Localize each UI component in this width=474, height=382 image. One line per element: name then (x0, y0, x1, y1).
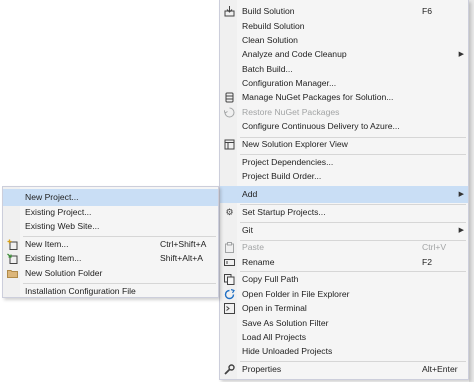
menu-item-shortcut: F6 (422, 6, 433, 16)
menu-item-configuration-manager[interactable]: Configuration Manager... (221, 76, 467, 91)
menu-item-label: Restore NuGet Packages (242, 107, 340, 117)
rename-icon (224, 257, 235, 268)
menu-item-paste: Paste Ctrl+V (221, 240, 467, 255)
folder-icon (7, 268, 18, 279)
gear-icon: ⚙ (225, 207, 234, 217)
menu-item-shortcut: Alt+Enter (422, 364, 458, 374)
menu-item-copy-full-path[interactable]: Copy Full Path (221, 272, 467, 287)
open-folder-icon (224, 289, 235, 300)
editor-scrollbar[interactable] (469, 0, 474, 382)
menu-item-label: Existing Item... (25, 253, 82, 263)
menu-item-label: Manage NuGet Packages for Solution... (242, 92, 394, 102)
menu-item-label: Installation Configuration File (25, 286, 136, 296)
menu-item-label: Copy Full Path (242, 274, 299, 284)
menu-item-git[interactable]: Git ▶ (221, 223, 467, 238)
menu-item-label: Build Solution (242, 6, 295, 16)
menu-item-label: Rebuild Solution (242, 21, 305, 31)
menu-item-label: Open Folder in File Explorer (242, 289, 350, 299)
menu-item-label: Existing Project... (25, 207, 92, 217)
menu-item-label: Set Startup Projects... (242, 207, 326, 217)
submenu-item-new-project[interactable]: New Project... (3, 189, 218, 206)
menu-item-label: Add (242, 189, 258, 199)
submenu-arrow-icon: ▶ (458, 51, 464, 58)
menu-item-shortcut: F2 (422, 257, 433, 267)
menu-item-manage-nuget[interactable]: Manage NuGet Packages for Solution... (221, 90, 467, 105)
menu-item-clean-solution[interactable]: Clean Solution (221, 33, 467, 48)
menu-item-label: Paste (242, 242, 264, 252)
menu-item-rebuild-solution[interactable]: Rebuild Solution (221, 19, 467, 34)
submenu-arrow-icon: ▶ (458, 191, 464, 198)
menu-item-hide-unloaded-projects[interactable]: Hide Unloaded Projects (221, 344, 467, 359)
menu-item-label: Batch Build... (242, 64, 293, 74)
submenu-item-installation-config-file[interactable]: Installation Configuration File (4, 284, 217, 299)
nuget-icon (224, 92, 235, 103)
menu-item-label: New Item... (25, 239, 69, 249)
wrench-icon (224, 364, 235, 375)
menu-item-load-all-projects[interactable]: Load All Projects (221, 330, 467, 345)
add-submenu: New Project... Existing Project... Exist… (2, 186, 219, 298)
submenu-item-existing-project[interactable]: Existing Project... (4, 205, 217, 220)
menu-item-label: Git (242, 225, 253, 235)
menu-item-label: Hide Unloaded Projects (242, 346, 333, 356)
menu-item-shortcut: Shift+Alt+A (160, 253, 203, 263)
menu-item-new-solution-explorer-view[interactable]: New Solution Explorer View (221, 137, 467, 152)
menu-item-open-folder-explorer[interactable]: Open Folder in File Explorer (221, 287, 467, 302)
menu-item-label: Configuration Manager... (242, 78, 337, 88)
menu-item-label: New Solution Folder (25, 268, 103, 278)
menu-item-properties[interactable]: Properties Alt+Enter (221, 362, 467, 377)
menu-item-label: Properties (242, 364, 282, 374)
existing-item-icon (7, 253, 18, 264)
menu-item-open-in-terminal[interactable]: Open in Terminal (221, 301, 467, 316)
menu-item-restore-nuget: Restore NuGet Packages (221, 105, 467, 120)
menu-item-label: New Solution Explorer View (242, 139, 348, 149)
submenu-item-new-solution-folder[interactable]: New Solution Folder (4, 266, 217, 281)
menu-item-label: Project Build Order... (242, 171, 322, 181)
new-view-icon (224, 139, 235, 150)
menu-item-label: Project Dependencies... (242, 157, 334, 167)
menu-item-rename[interactable]: Rename F2 (221, 255, 467, 270)
menu-item-label: Load All Projects (242, 332, 307, 342)
menu-item-configure-cd-azure[interactable]: Configure Continuous Delivery to Azure..… (221, 119, 467, 134)
menu-item-shortcut: Ctrl+Shift+A (160, 239, 207, 249)
menu-item-analyze-code-cleanup[interactable]: Analyze and Code Cleanup ▶ (221, 47, 467, 62)
menu-item-label: Open in Terminal (242, 303, 307, 313)
copy-icon (224, 274, 235, 285)
submenu-item-new-item[interactable]: New Item... Ctrl+Shift+A (4, 237, 217, 252)
new-item-icon (7, 239, 18, 250)
build-icon (224, 6, 235, 17)
solution-context-menu: Build Solution F6 Rebuild Solution Clean… (219, 0, 469, 380)
menu-item-label: Existing Web Site... (25, 221, 100, 231)
submenu-item-existing-item[interactable]: Existing Item... Shift+Alt+A (4, 251, 217, 266)
menu-item-project-build-order[interactable]: Project Build Order... (221, 169, 467, 184)
menu-item-label: Analyze and Code Cleanup (242, 49, 347, 59)
terminal-icon (224, 303, 235, 314)
submenu-item-existing-web-site[interactable]: Existing Web Site... (4, 219, 217, 234)
paste-icon (224, 242, 235, 253)
menu-item-label: Clean Solution (242, 35, 298, 45)
menu-item-save-as-solution-filter[interactable]: Save As Solution Filter (221, 316, 467, 331)
restore-icon (224, 107, 235, 118)
menu-item-build-solution[interactable]: Build Solution F6 (221, 4, 467, 19)
menu-item-label: Configure Continuous Delivery to Azure..… (242, 121, 400, 131)
menu-item-shortcut: Ctrl+V (422, 242, 447, 252)
menu-item-label: Save As Solution Filter (242, 318, 329, 328)
menu-item-add[interactable]: Add ▶ (220, 186, 468, 203)
menu-item-set-startup-projects[interactable]: ⚙ Set Startup Projects... (221, 205, 467, 220)
menu-item-label: New Project... (25, 192, 79, 202)
menu-item-label: Rename (242, 257, 275, 267)
menu-item-batch-build[interactable]: Batch Build... (221, 62, 467, 77)
submenu-arrow-icon: ▶ (458, 227, 464, 234)
menu-item-project-dependencies[interactable]: Project Dependencies... (221, 155, 467, 170)
